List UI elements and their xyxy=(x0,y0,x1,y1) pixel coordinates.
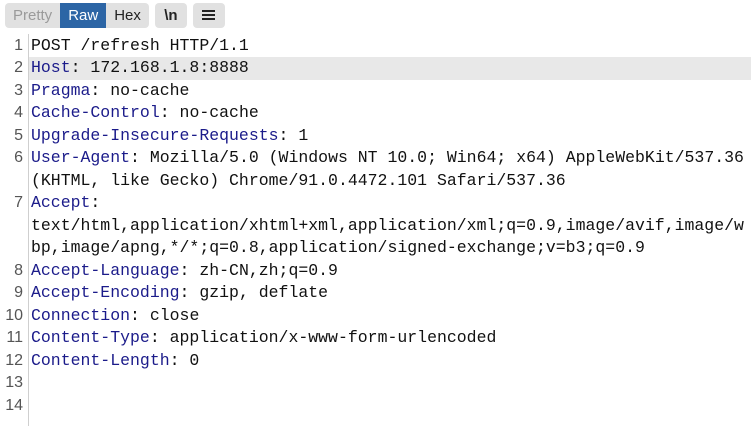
header-value: : xyxy=(90,193,101,212)
line-number: 10 xyxy=(5,306,23,324)
header-value: bp,image/apng,*/*;q=0.8,application/sign… xyxy=(31,238,645,257)
line-number: 4 xyxy=(14,104,23,121)
line-number: 1 xyxy=(14,36,23,54)
header-value: : application/x-www-form-urlencoded xyxy=(149,328,497,347)
view-toolbar: Pretty Raw Hex \n xyxy=(5,3,225,28)
header-value: (KHTML, like Gecko) Chrome/91.0.4472.101… xyxy=(31,170,566,190)
request-line-text: bp,image/apng,*/*;q=0.8,application/sign… xyxy=(31,237,645,260)
header-name: Accept xyxy=(31,193,91,212)
header-value: : Mozilla/5.0 (Windows NT 10.0; Win64; x… xyxy=(130,148,744,167)
line-number: 14 xyxy=(5,396,23,414)
header-name: Content-Type xyxy=(31,328,150,347)
request-line-text: Cache-Control: no-cache xyxy=(31,102,259,125)
header-value: : zh-CN,zh;q=0.9 xyxy=(179,260,338,280)
request-line-text: Accept-Language: zh-CN,zh;q=0.9 xyxy=(31,260,338,283)
line-number: 13 xyxy=(5,374,23,391)
header-name: Accept-Language xyxy=(31,260,180,280)
show-newlines-button[interactable]: \n xyxy=(154,3,187,28)
request-line-text: Pragma: no-cache xyxy=(31,80,189,103)
line-number: 7 xyxy=(14,194,23,211)
header-name: Content-Length xyxy=(31,350,170,370)
line-number: 12 xyxy=(5,351,23,369)
header-name: Connection xyxy=(31,305,131,325)
tab-pretty[interactable]: Pretty xyxy=(5,3,61,28)
request-line-text: Connection: close xyxy=(31,305,199,328)
header-name: User-Agent xyxy=(31,148,131,167)
raw-request-editor[interactable]: 1 POST /refresh HTTP/1.1 2 Host: 172.168.1.… xyxy=(0,34,751,426)
header-value: text/html,application/xhtml+xml,applicat… xyxy=(31,215,744,235)
header-name: Host xyxy=(31,58,71,77)
header-value: : 1 xyxy=(278,125,309,145)
request-line-text: User-Agent: Mozilla/5.0 (Windows NT 10.0… xyxy=(31,147,744,170)
line-number: 5 xyxy=(14,126,23,144)
view-mode-tabs: Pretty Raw Hex xyxy=(5,3,149,28)
line-number: 2 xyxy=(14,59,23,76)
request-line: POST /refresh HTTP/1.1 xyxy=(31,35,249,55)
header-name: Cache-Control xyxy=(31,103,160,122)
request-line-text: Content-Length: 0 xyxy=(31,350,199,373)
gutter-divider xyxy=(28,34,29,426)
header-value: : no-cache xyxy=(90,80,190,100)
line-number: 9 xyxy=(14,284,23,301)
header-value: : 0 xyxy=(169,350,200,370)
hamburger-menu-icon xyxy=(202,10,216,21)
line-number: 3 xyxy=(14,81,23,99)
header-value: : gzip, deflate xyxy=(179,283,329,302)
header-value: : 172.168.1.8:8888 xyxy=(70,58,249,77)
tab-hex[interactable]: Hex xyxy=(106,3,149,28)
line-number: 11 xyxy=(6,329,23,346)
request-line-text: Accept-Encoding: gzip, deflate xyxy=(31,282,328,305)
header-name: Pragma xyxy=(31,80,91,100)
request-line-text: text/html,application/xhtml+xml,applicat… xyxy=(31,215,744,238)
header-value: : close xyxy=(130,305,200,325)
header-name: Upgrade-Insecure-Requests xyxy=(31,125,279,145)
request-line-text: Upgrade-Insecure-Requests: 1 xyxy=(31,125,308,148)
tab-raw[interactable]: Raw xyxy=(60,3,107,28)
line-number: 8 xyxy=(14,261,23,279)
request-line-text: Accept: xyxy=(31,192,100,215)
header-name: Accept-Encoding xyxy=(31,283,180,302)
line-number: 6 xyxy=(14,149,23,166)
menu-button[interactable] xyxy=(192,3,225,28)
header-value: : no-cache xyxy=(159,103,259,122)
request-line-text: Content-Type: application/x-www-form-url… xyxy=(31,327,496,350)
request-line-text: Host: 172.168.1.8:8888 xyxy=(31,57,249,80)
request-line-text: (KHTML, like Gecko) Chrome/91.0.4472.101… xyxy=(31,170,566,193)
request-line-text: POST /refresh HTTP/1.1 xyxy=(31,35,249,58)
